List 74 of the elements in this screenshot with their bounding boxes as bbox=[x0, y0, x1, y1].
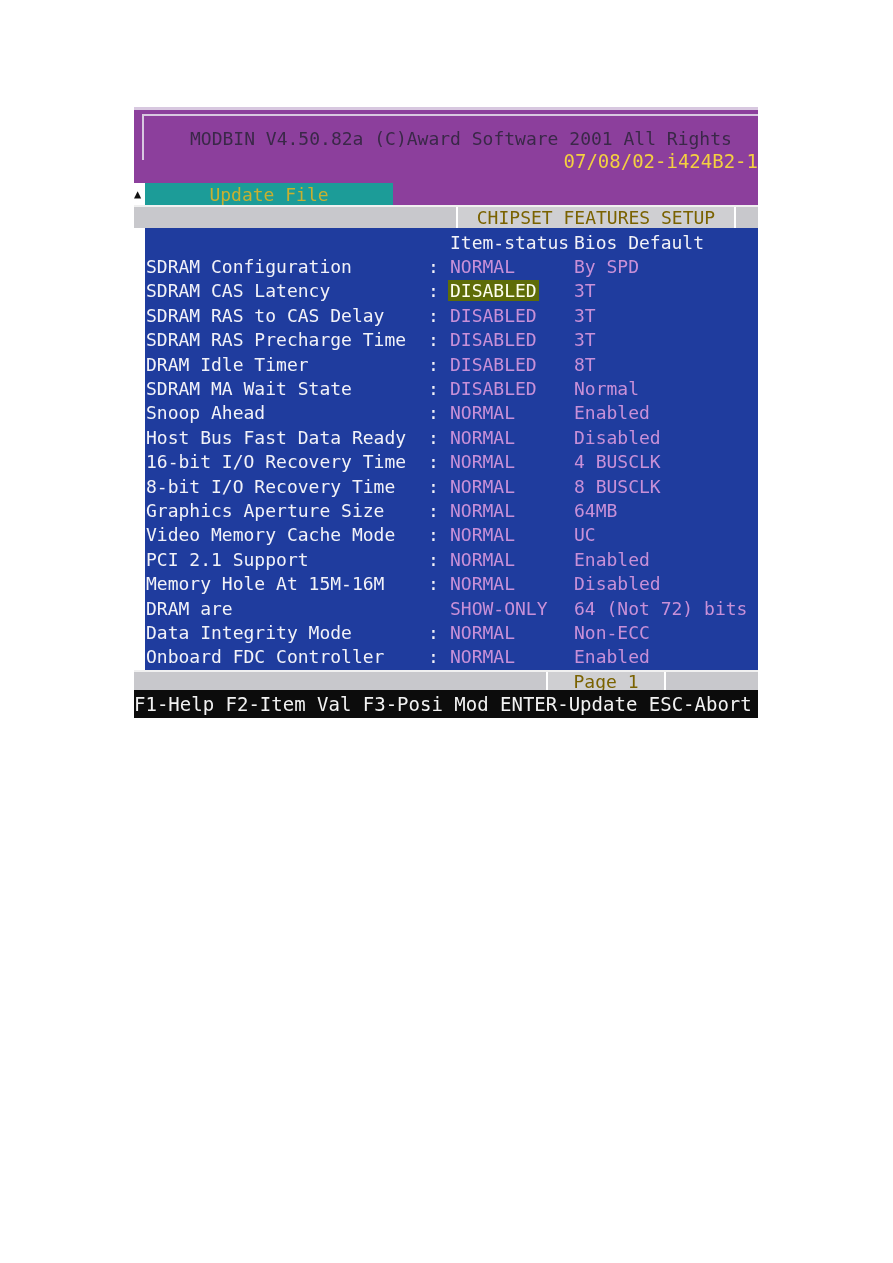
item-status[interactable]: NORMAL bbox=[448, 475, 518, 497]
scroll-marker: ▲ bbox=[134, 183, 145, 205]
bios-default: 3T bbox=[574, 304, 597, 326]
column-header: Bios Default bbox=[574, 231, 706, 253]
separator: : bbox=[428, 500, 440, 521]
separator: : bbox=[428, 378, 440, 400]
bios-default: 8T bbox=[574, 353, 597, 375]
item-status[interactable]: NORMAL bbox=[448, 621, 518, 643]
item-status[interactable]: NORMAL bbox=[448, 500, 518, 521]
setting-label: Onboard FDC Controller bbox=[146, 646, 386, 668]
bios-default: Enabled bbox=[574, 646, 651, 668]
separator: : bbox=[428, 646, 440, 668]
separator: : bbox=[428, 280, 440, 302]
item-status[interactable]: NORMAL bbox=[448, 646, 518, 668]
item-status[interactable]: DISABLED bbox=[448, 329, 539, 351]
column-header: Item-status bbox=[450, 231, 571, 253]
separator: : bbox=[428, 573, 440, 595]
item-status[interactable]: NORMAL bbox=[448, 256, 518, 278]
item-status[interactable]: DISABLED bbox=[448, 378, 539, 400]
page-indicator: Page 1 bbox=[546, 672, 666, 690]
separator: : bbox=[428, 304, 440, 326]
separator: : bbox=[428, 451, 440, 473]
setting-label: SDRAM RAS to CAS Delay bbox=[146, 304, 386, 326]
item-status[interactable]: NORMAL bbox=[448, 402, 518, 424]
setting-label: Memory Hole At 15M-16M bbox=[146, 573, 386, 595]
setting-label: 8-bit I/O Recovery Time bbox=[146, 475, 397, 497]
separator: : bbox=[428, 475, 440, 497]
separator: : bbox=[428, 329, 440, 351]
item-status[interactable]: NORMAL bbox=[448, 548, 518, 570]
separator: : bbox=[428, 524, 440, 546]
setting-label: DRAM Idle Timer bbox=[146, 353, 310, 375]
bios-default: 64 (Not 72) bits bbox=[574, 597, 749, 619]
section-title: CHIPSET FEATURES SETUP bbox=[456, 207, 736, 228]
item-status[interactable]: NORMAL bbox=[448, 426, 518, 448]
item-status[interactable]: NORMAL bbox=[448, 524, 518, 546]
separator: : bbox=[428, 548, 440, 570]
setting-label: Snoop Ahead bbox=[146, 402, 267, 424]
separator: : bbox=[428, 256, 440, 278]
setting-label: Data Integrity Mode bbox=[146, 621, 353, 643]
program-title: MODBIN V4.50.82a (C)Award Software 2001 All Rights bbox=[190, 127, 732, 149]
item-status[interactable]: SHOW-ONLY bbox=[448, 597, 550, 619]
item-status[interactable]: DISABLED bbox=[448, 280, 539, 302]
bios-default: 8 BUSCLK bbox=[574, 475, 662, 497]
bios-default: Disabled bbox=[574, 426, 662, 448]
bios-default: Non-ECC bbox=[574, 621, 651, 643]
bios-default: By SPD bbox=[574, 256, 641, 278]
bios-default: Normal bbox=[574, 378, 641, 400]
setting-label: SDRAM Configuration bbox=[146, 256, 353, 278]
setting-label: SDRAM CAS Latency bbox=[146, 280, 332, 302]
bios-default: 3T bbox=[574, 280, 597, 302]
separator: : bbox=[428, 353, 440, 375]
setting-label: SDRAM RAS Precharge Time bbox=[146, 329, 408, 351]
setting-label: Video Memory Cache Mode bbox=[146, 524, 397, 546]
key-help-text: F1-Help F2-Item Val F3-Posi Mod ENTER-Update ESC-Abort bbox=[134, 693, 752, 715]
setting-label: Host Bus Fast Data Ready bbox=[146, 426, 408, 448]
separator: : bbox=[428, 426, 440, 448]
setting-label: 16-bit I/O Recovery Time bbox=[146, 451, 408, 473]
setting-label: DRAM are bbox=[146, 597, 234, 619]
item-status[interactable]: NORMAL bbox=[448, 573, 518, 595]
setting-label: Graphics Aperture Size bbox=[146, 500, 386, 521]
bios-default: 64MB bbox=[574, 500, 619, 521]
bios-default: UC bbox=[574, 524, 597, 546]
separator: : bbox=[428, 621, 440, 643]
item-status[interactable]: DISABLED bbox=[448, 353, 539, 375]
item-status[interactable]: DISABLED bbox=[448, 304, 539, 326]
item-status[interactable]: NORMAL bbox=[448, 451, 518, 473]
bios-default: Enabled bbox=[574, 402, 651, 424]
setting-label: PCI 2.1 Support bbox=[146, 548, 310, 570]
bios-default: 4 BUSCLK bbox=[574, 451, 662, 473]
bios-default: 3T bbox=[574, 329, 597, 351]
setting-label: SDRAM MA Wait State bbox=[146, 378, 353, 400]
bios-default: Disabled bbox=[574, 573, 662, 595]
separator: : bbox=[428, 402, 440, 424]
bios-default: Enabled bbox=[574, 548, 651, 570]
